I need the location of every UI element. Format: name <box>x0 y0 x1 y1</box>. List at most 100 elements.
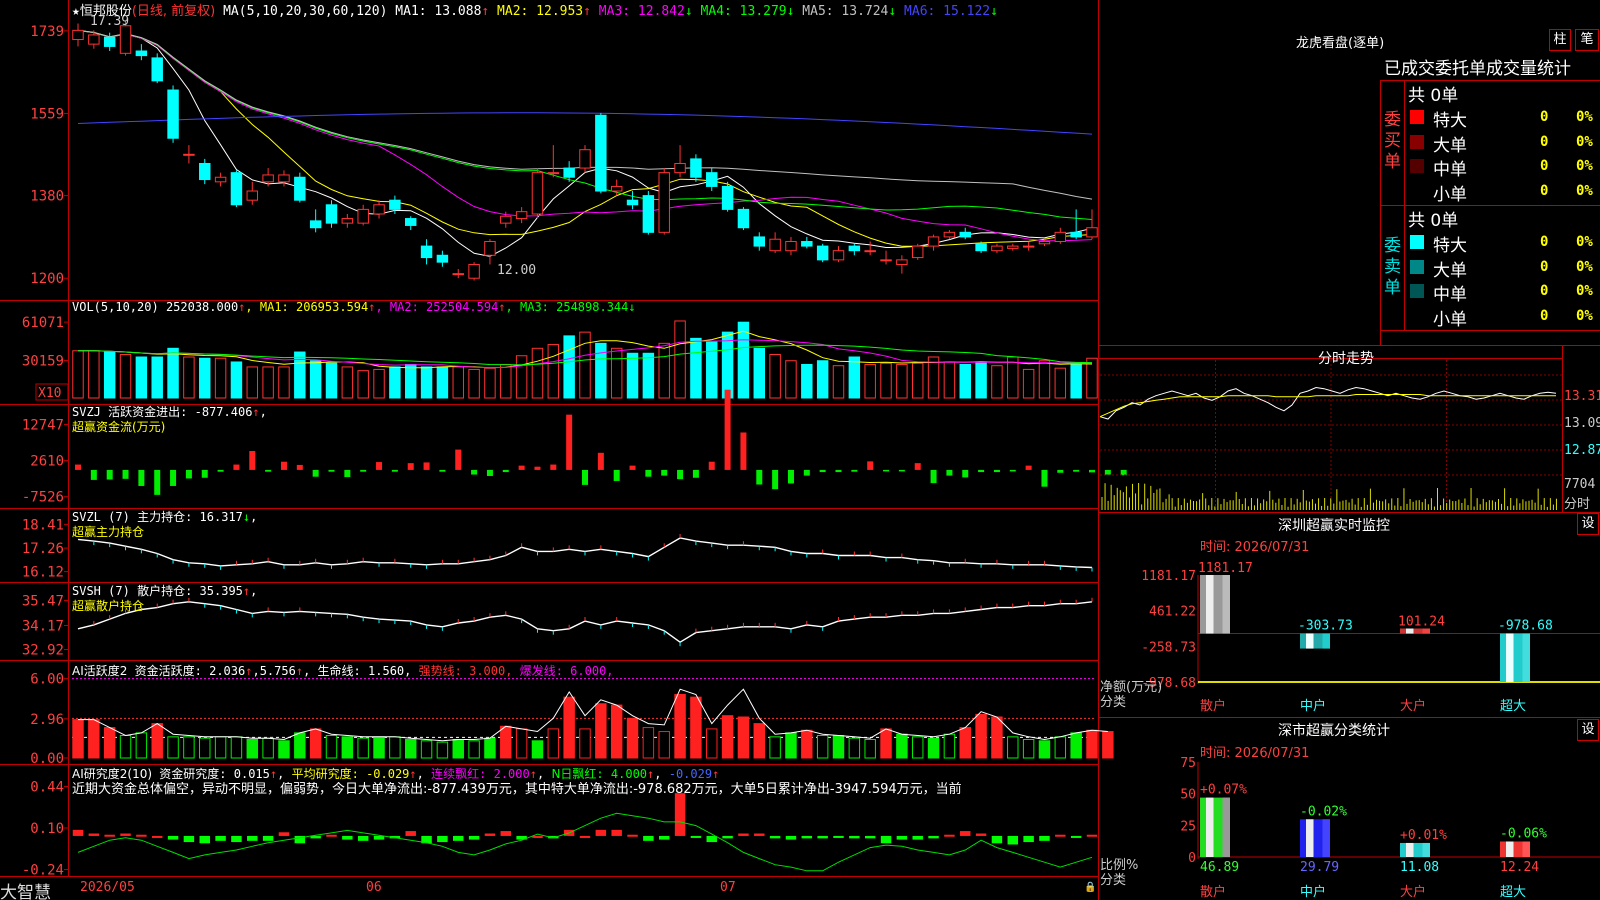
bar-highlight <box>1306 819 1314 857</box>
candle-body <box>880 259 892 262</box>
buy-row-num-2: 0 <box>1540 133 1549 150</box>
ai-research-bar <box>738 833 749 836</box>
candle <box>547 145 560 178</box>
ma-values: MA1: 13.088↑ MA2: 12.953↑ MA3: 12.842↓ M… <box>395 4 998 19</box>
ai-active-bar <box>484 737 496 759</box>
ai-active-bar <box>357 737 369 759</box>
tick-mode-button[interactable]: 笔 <box>1575 29 1599 51</box>
ai-research-bar <box>1070 835 1082 838</box>
buy-row-pct-3: 0% <box>1576 158 1593 174</box>
candle-body <box>325 204 338 224</box>
charts-layer[interactable]: 173915591380120017.3912.006107130159X101… <box>0 0 1600 900</box>
candle <box>72 23 84 47</box>
svzj-bar <box>75 464 81 470</box>
candle-body <box>690 158 702 178</box>
net-amount-label: 净额(万元) <box>1100 680 1163 695</box>
ai-active-bar <box>864 738 876 759</box>
ai-research-bar <box>754 833 765 836</box>
vol-bar <box>309 360 322 399</box>
vol-bar <box>88 350 100 399</box>
svzj-bar <box>471 469 478 475</box>
sell-row-swatch-4 <box>1410 308 1424 323</box>
svzj-bar <box>138 469 145 486</box>
ai-active-header: AI活跃度2 资金活跃度: 2.036↑,5.756↑, 生命线: 1.560,… <box>72 664 614 678</box>
buy-row-label-2: 大单 <box>1433 135 1467 156</box>
candle-body <box>911 245 924 259</box>
svzj-bar <box>677 469 684 480</box>
svzj-bar <box>1025 465 1032 470</box>
ai-research-bar <box>373 835 385 840</box>
vol-bar <box>214 357 227 399</box>
intraday-avg-line <box>1099 394 1556 418</box>
candle-body <box>167 89 179 139</box>
ai-active-bar <box>832 735 845 759</box>
buy-row-label-3: 中单 <box>1433 160 1467 180</box>
vol-ma-value-2: , MA2: 252504.594 <box>375 300 499 314</box>
ai-research-bar <box>960 831 971 836</box>
bar-mode-button[interactable]: 柱 <box>1549 29 1571 51</box>
stock-name[interactable]: 恒邦股份 <box>80 4 132 19</box>
svzj-bar <box>851 469 858 472</box>
n-day-red-label: N日飘红 <box>551 767 597 781</box>
candle-body <box>389 199 401 210</box>
candle-body <box>135 50 148 57</box>
sz-class-y-tick-1: 75 <box>1180 756 1196 771</box>
sz-monitor-category-3: 大户 <box>1400 698 1426 714</box>
ai-active-bar <box>626 717 639 759</box>
candle-body <box>864 250 876 253</box>
candle <box>246 181 259 205</box>
sz-class-change-3: +0.01% <box>1400 828 1447 843</box>
sz-class-change-2: -0.02% <box>1300 804 1347 819</box>
main-y-tick-3: 1380 <box>30 189 64 205</box>
sz-monitor-y-tick-2: 461.22 <box>1149 605 1196 620</box>
ai-research-bar <box>833 835 844 838</box>
svzj-bar <box>629 465 636 470</box>
ai-research-label: AI研究度2(10) <box>72 767 153 781</box>
candle-body <box>246 190 259 201</box>
vol-bar <box>642 352 655 399</box>
ai-active-bar <box>595 703 607 759</box>
svzj-bar <box>1089 469 1095 473</box>
buy-row-swatch-3 <box>1410 159 1424 173</box>
bar-edge <box>1522 841 1530 857</box>
bar-edge <box>1522 633 1530 682</box>
lock-icon[interactable]: 🔒 <box>1084 882 1096 893</box>
candle <box>1007 243 1019 251</box>
ai-active-bar <box>1054 736 1067 759</box>
sz-class-settings-button[interactable]: 设 <box>1577 719 1599 741</box>
bar-highlight <box>1406 842 1414 857</box>
brand-logo[interactable]: 大智慧 <box>0 878 51 900</box>
vol-bar <box>373 368 385 399</box>
sell-row-pct-3: 0% <box>1576 283 1593 299</box>
ai-research-bar <box>72 829 84 836</box>
sz-class-category-4: 超大 <box>1500 885 1526 900</box>
svsh-y-tick-2: 34.17 <box>22 618 64 634</box>
ma-value-1: MA1: 13.088 <box>395 4 482 19</box>
ai-active-bar <box>103 727 116 759</box>
ai-active-bar <box>896 733 908 759</box>
svzj-label: SVZJ <box>72 405 101 419</box>
ai-research-bar <box>722 835 733 839</box>
ai-research-header: AI研究度2(10) 资金研究度: 0.015↑, 平均研究度: -0.029↑… <box>72 766 1096 802</box>
ai-active-bar <box>294 732 306 759</box>
ai-active-bar <box>674 694 686 759</box>
favorite-star-icon[interactable]: ★ <box>72 4 80 19</box>
sz-class-time: 时间: 2026/07/31 <box>1200 746 1310 761</box>
sz-monitor-settings-button[interactable]: 设 <box>1577 513 1599 535</box>
period-mode[interactable]: (日线, 前复权) <box>132 4 215 19</box>
ai-research-bar <box>817 835 828 839</box>
vol-bar <box>674 320 686 399</box>
svzj-bar <box>867 461 874 470</box>
candle-body <box>341 218 354 224</box>
ai-active-bar <box>72 719 84 759</box>
svzj-bar <box>1041 469 1048 487</box>
svzj-bar <box>534 466 541 470</box>
sell-row-label-3: 中单 <box>1433 285 1467 305</box>
ai-active-bar <box>991 716 1003 759</box>
ai-research-bar <box>88 833 100 836</box>
vol-bar <box>341 366 354 399</box>
svzj-title: 活跃资金进出 <box>108 405 181 419</box>
ai-research-bar <box>1007 835 1019 845</box>
n-day-red-value: 4.000 <box>610 767 648 781</box>
vol-bar <box>420 366 433 399</box>
